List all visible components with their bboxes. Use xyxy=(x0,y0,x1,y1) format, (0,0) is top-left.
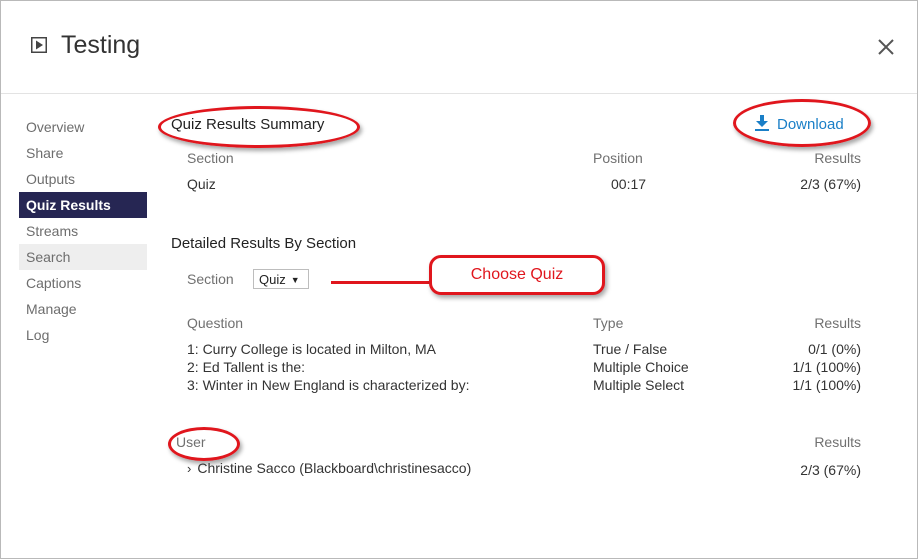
detail-header-type: Type xyxy=(593,315,624,331)
detail-header-results: Results xyxy=(814,315,861,331)
close-icon[interactable] xyxy=(877,38,895,56)
choose-quiz-callout: Choose Quiz xyxy=(429,255,605,295)
dialog-window: Testing Overview Share Outputs Quiz Resu… xyxy=(0,0,918,559)
summary-header-results: Results xyxy=(814,150,861,166)
summary-row-position: 00:17 xyxy=(611,176,647,192)
sidebar-item-overview[interactable]: Overview xyxy=(19,114,147,140)
question-results: 1/1 (100%) xyxy=(792,359,861,375)
user-results: 2/3 (67%) xyxy=(800,462,861,478)
sidebar-item-manage[interactable]: Manage xyxy=(19,296,147,322)
question-type: True / False xyxy=(593,341,668,357)
question-results: 1/1 (100%) xyxy=(792,377,861,393)
question-text: 3: Winter in New England is characterize… xyxy=(187,377,470,393)
sidebar-item-streams[interactable]: Streams xyxy=(19,218,147,244)
play-icon xyxy=(31,37,47,53)
summary-heading: Quiz Results Summary xyxy=(171,116,325,133)
callout-pointer xyxy=(331,281,431,284)
sidebar-item-outputs[interactable]: Outputs xyxy=(19,166,147,192)
question-text: 2: Ed Tallent is the: xyxy=(187,359,306,375)
user-row[interactable]: › Christine Sacco (Blackboard\christinesa… xyxy=(187,460,471,476)
detail-heading: Detailed Results By Section xyxy=(171,235,357,252)
sidebar-item-log[interactable]: Log xyxy=(19,322,147,348)
sidebar-item-share[interactable]: Share xyxy=(19,140,147,166)
dialog-header: Testing xyxy=(1,1,917,94)
caret-down-icon: ▼ xyxy=(290,275,300,285)
sidebar-item-quiz-results[interactable]: Quiz Results xyxy=(19,192,147,218)
section-select-label: Section xyxy=(187,271,234,287)
question-type: Multiple Select xyxy=(593,377,685,393)
summary-row-section: Quiz xyxy=(187,176,216,192)
download-label: Download xyxy=(777,116,844,133)
sidebar-item-search[interactable]: Search xyxy=(19,244,147,270)
chevron-right-icon: › xyxy=(187,461,192,476)
dialog-title: Testing xyxy=(61,31,141,59)
question-text: 1: Curry College is located in Milton, M… xyxy=(187,341,436,357)
sidebar-nav: Overview Share Outputs Quiz Results Stre… xyxy=(19,114,147,348)
question-type: Multiple Choice xyxy=(593,359,689,375)
summary-header-section: Section xyxy=(187,150,234,166)
summary-row-results: 2/3 (67%) xyxy=(800,176,861,192)
user-name: Christine Sacco (Blackboard\christinesac… xyxy=(197,460,472,476)
download-button[interactable]: Download xyxy=(755,115,844,133)
detail-header-question: Question xyxy=(187,315,244,331)
summary-header-position: Position xyxy=(593,150,643,166)
download-icon xyxy=(755,115,769,131)
question-results: 0/1 (0%) xyxy=(808,341,861,357)
users-header-results: Results xyxy=(814,434,861,450)
section-select[interactable]: Quiz ▼ xyxy=(253,269,309,289)
sidebar-item-captions[interactable]: Captions xyxy=(19,270,147,296)
users-header-user: User xyxy=(176,434,206,450)
section-select-value: Quiz xyxy=(259,272,286,287)
